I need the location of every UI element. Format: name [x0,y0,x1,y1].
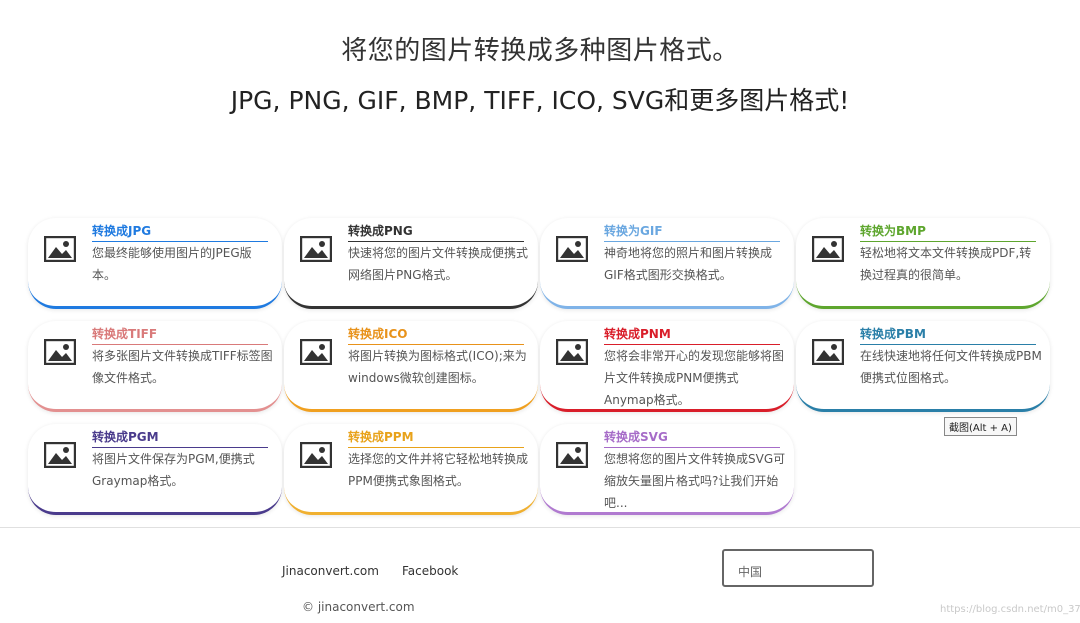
copyright: © jinaconvert.com [302,600,415,614]
converter-card-pgm[interactable]: 转换成PGM 将图片文件保存为PGM,便携式Graymap格式。 [28,424,282,515]
card-title-prefix: 转换成 [604,430,641,444]
card-title-prefix: 转换成 [92,224,129,238]
card-description: 您想将您的图片文件转换成SVG可缩放矢量图片格式吗?让我们开始吧... [604,452,786,510]
card-description: 将多张图片文件转换成TIFF标签图像文件格式。 [92,349,273,385]
converter-card-svg[interactable]: 转换成SVG 您想将您的图片文件转换成SVG可缩放矢量图片格式吗?让我们开始吧..… [540,424,794,515]
card-title-format: SVG [640,430,668,444]
image-icon [556,442,588,468]
card-title-prefix: 转换成 [604,327,641,341]
screenshot-tooltip: 截图(Alt + A) [944,417,1017,436]
card-title[interactable]: 转换成PGM [92,428,268,448]
card-title[interactable]: 转换成PBM [860,325,1036,345]
image-icon [812,236,844,262]
card-description: 神奇地将您的照片和图片转换成GIF格式图形交换格式。 [604,246,773,282]
card-description: 将图片转换为图标格式(ICO);来为windows微软创建图标。 [348,349,527,385]
hero-title: 将您的图片转换成多种图片格式。 [341,36,739,66]
image-icon [300,442,332,468]
converter-card-bmp[interactable]: 转换为BMP 轻松地将文本文件转换成PDF,转换过程真的很简单。 [796,218,1050,309]
card-description: 在线快速地将任何文件转换成PBM便携式位图格式。 [860,349,1042,385]
card-description: 轻松地将文本文件转换成PDF,转换过程真的很简单。 [860,246,1032,282]
image-icon [44,339,76,365]
card-description: 将图片文件保存为PGM,便携式Graymap格式。 [92,452,255,488]
card-title-prefix: 转换成 [92,327,129,341]
converter-card-pnm[interactable]: 转换成PNM 您将会非常开心的发现您能够将图片文件转换成PNM便携式Anymap格… [540,321,794,412]
card-title[interactable]: 转换成JPG [92,222,268,242]
card-title-prefix: 转换为 [860,224,897,238]
watermark: https://blog.csdn.net/m0_37609579 [940,604,1080,615]
card-title-format: GIF [640,224,663,238]
image-icon [44,236,76,262]
country-select[interactable]: 中国 [722,549,874,587]
footer-link-jinaconvert[interactable]: Jinaconvert.com [282,564,379,578]
converter-card-ppm[interactable]: 转换成PPM 选择您的文件并将它轻松地转换成PPM便携式象图格式。 [284,424,538,515]
footer-divider [0,527,1080,528]
card-description: 快速将您的图片文件转换成便携式网络图片PNG格式。 [348,246,529,282]
converter-card-jpg[interactable]: 转换成JPG 您最终能够使用图片的JPEG版本。 [28,218,282,309]
converter-card-gif[interactable]: 转换为GIF 神奇地将您的照片和图片转换成GIF格式图形交换格式。 [540,218,794,309]
card-title-prefix: 转换成 [860,327,897,341]
card-title[interactable]: 转换为BMP [860,222,1036,242]
footer-link-facebook[interactable]: Facebook [402,564,458,578]
card-title-prefix: 转换成 [348,430,385,444]
card-title[interactable]: 转换成TIFF [92,325,268,345]
image-icon [44,442,76,468]
card-title-format: PNG [384,224,413,238]
card-title-prefix: 转换成 [92,430,129,444]
card-title-format: ICO [384,327,408,341]
image-icon [300,236,332,262]
card-title-format: TIFF [128,327,158,341]
card-description: 您最终能够使用图片的JPEG版本。 [92,246,252,282]
image-icon [300,339,332,365]
hero-subtitle: JPG, PNG, GIF, BMP, TIFF, ICO, SVG和更多图片格… [230,86,850,115]
image-icon [812,339,844,365]
card-description: 选择您的文件并将它轻松地转换成PPM便携式象图格式。 [348,452,529,488]
image-icon [556,236,588,262]
card-title[interactable]: 转换为GIF [604,222,780,242]
card-title-format: JPG [128,224,152,238]
card-title[interactable]: 转换成PPM [348,428,524,448]
card-title[interactable]: 转换成PNG [348,222,524,242]
card-title-format: PGM [128,430,159,444]
card-title-format: PPM [384,430,414,444]
converter-card-png[interactable]: 转换成PNG 快速将您的图片文件转换成便携式网络图片PNG格式。 [284,218,538,309]
card-title-format: PBM [896,327,926,341]
card-title-prefix: 转换成 [348,327,385,341]
converter-card-ico[interactable]: 转换成ICO 将图片转换为图标格式(ICO);来为windows微软创建图标。 [284,321,538,412]
converter-card-pbm[interactable]: 转换成PBM 在线快速地将任何文件转换成PBM便携式位图格式。 [796,321,1050,412]
card-title-format: PNM [640,327,671,341]
card-title-prefix: 转换成 [348,224,385,238]
card-title[interactable]: 转换成SVG [604,428,780,448]
card-title-prefix: 转换为 [604,224,641,238]
card-title[interactable]: 转换成ICO [348,325,524,345]
converter-card-tiff[interactable]: 转换成TIFF 将多张图片文件转换成TIFF标签图像文件格式。 [28,321,282,412]
hero: 将您的图片转换成多种图片格式。 JPG, PNG, GIF, BMP, TIFF… [0,30,1080,117]
card-title-format: BMP [896,224,926,238]
image-icon [556,339,588,365]
card-description: 您将会非常开心的发现您能够将图片文件转换成PNM便携式Anymap格式。 [604,349,785,407]
card-title[interactable]: 转换成PNM [604,325,780,345]
